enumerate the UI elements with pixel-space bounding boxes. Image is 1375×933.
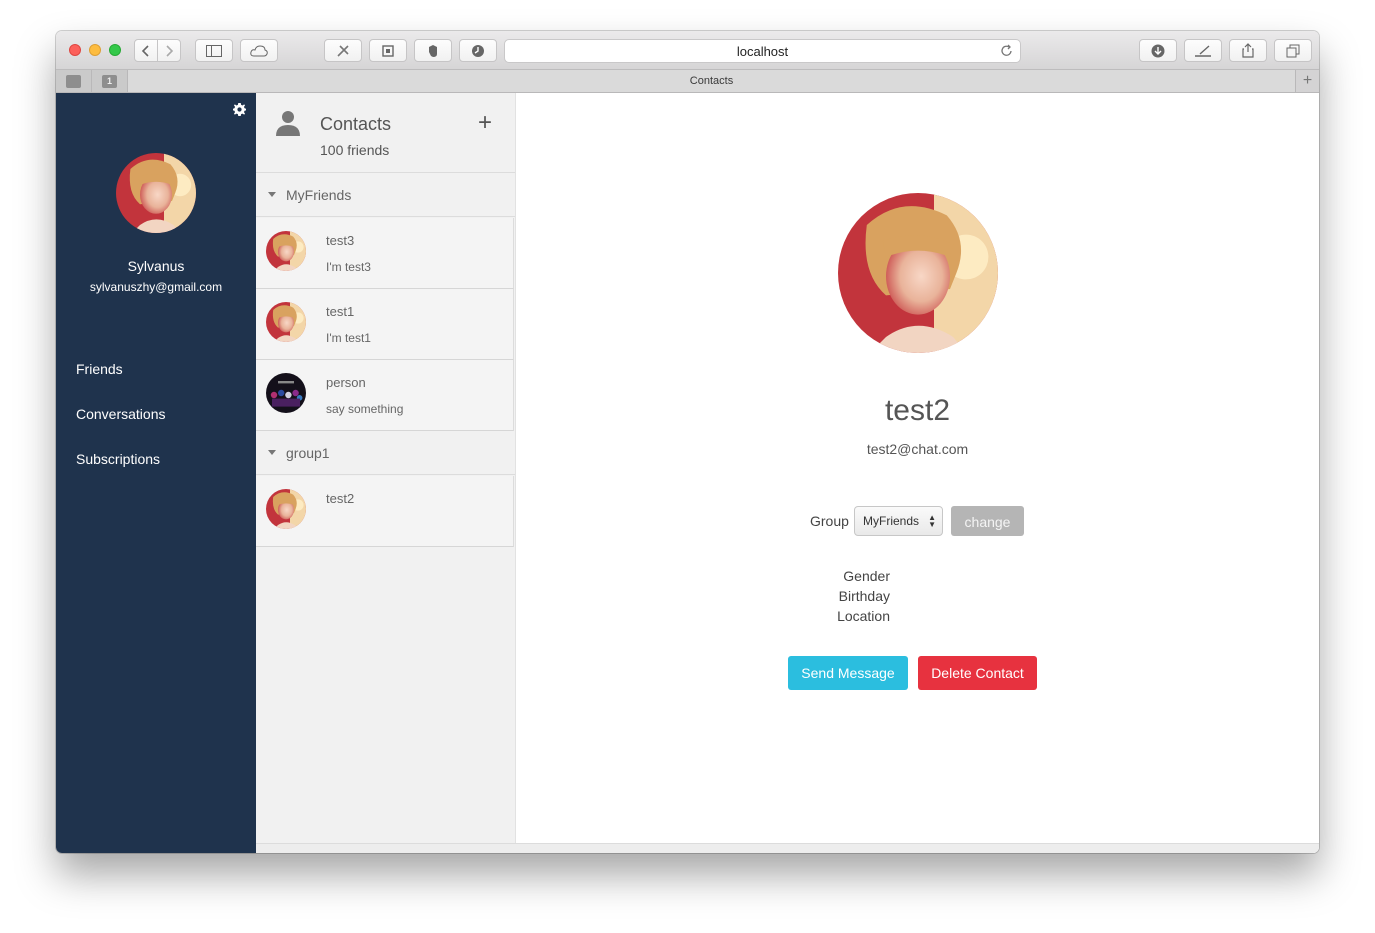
user-name: Sylvanus (127, 258, 185, 274)
contact-name: person (326, 375, 366, 390)
contact-avatar (266, 489, 306, 529)
user-email: sylvanuszhy@gmail.com (89, 280, 223, 294)
group-name: group1 (286, 445, 330, 461)
group-header-myfriends[interactable]: MyFriends (256, 173, 515, 217)
nav-conversations[interactable]: Conversations (76, 406, 166, 422)
tab-badge: 1 (102, 74, 117, 88)
plus-icon: + (1302, 72, 1313, 89)
new-tab-button[interactable]: + (1295, 70, 1319, 92)
group-select-value: MyFriends (863, 514, 920, 528)
user-avatar[interactable] (116, 153, 196, 233)
pen-icon (1195, 44, 1211, 57)
tab-contacts[interactable]: Contacts (128, 70, 1295, 92)
share-button[interactable] (1229, 39, 1267, 62)
caret-down-icon (268, 450, 276, 455)
send-message-button[interactable]: Send Message (788, 656, 908, 690)
tabs-overview-button[interactable] (1274, 39, 1312, 62)
extension-button-2[interactable] (369, 39, 407, 62)
tab-badge (66, 74, 81, 88)
forward-button[interactable] (157, 39, 181, 62)
pinned-tab-1[interactable] (56, 70, 92, 92)
birthday-label: Birthday (838, 588, 890, 604)
select-arrows-icon: ▲ ▼ (928, 513, 936, 529)
address-bar[interactable]: localhost (504, 39, 1021, 63)
chevron-right-icon (166, 44, 174, 57)
browser-toolbar: localhost (56, 31, 1319, 70)
tab-bar: 1 Contacts + (56, 70, 1319, 93)
history-button[interactable] (459, 39, 497, 62)
group-label: Group (810, 513, 849, 529)
evernote-button[interactable] (414, 39, 452, 62)
contact-status: I'm test3 (326, 260, 371, 274)
add-contact-button[interactable]: + (478, 111, 492, 135)
sidebar-toggle-button[interactable] (195, 39, 233, 62)
contact-row-test3[interactable]: test3 I'm test3 (256, 218, 514, 289)
tab-title-text: Contacts (689, 75, 734, 87)
group-select[interactable]: MyFriends ▲ ▼ (854, 506, 943, 536)
contact-row-person[interactable]: person say something (256, 360, 514, 431)
clock-icon (472, 44, 484, 57)
cloud-icon (250, 44, 268, 56)
chevron-left-icon (141, 44, 149, 57)
icloud-tabs-button[interactable] (240, 39, 278, 62)
contact-status: I'm test1 (326, 331, 371, 345)
horizontal-scrollbar[interactable] (256, 843, 1319, 853)
page-content: Sylvanus sylvanuszhy@gmail.com Friends C… (56, 93, 1319, 853)
contact-name: test3 (326, 233, 355, 248)
contact-detail-name: test2 (884, 394, 951, 427)
url-text: localhost (736, 43, 789, 59)
contact-status: say something (326, 402, 404, 416)
zoom-window-button[interactable] (109, 44, 121, 56)
avatar-image (116, 153, 196, 233)
contact-avatar (266, 231, 306, 271)
minimize-window-button[interactable] (89, 44, 101, 56)
download-icon (1151, 44, 1165, 57)
contacts-title: Contacts (320, 114, 392, 134)
back-button[interactable] (134, 39, 158, 62)
contact-name: test1 (326, 304, 355, 319)
nav-friends[interactable]: Friends (76, 361, 123, 377)
gender-label: Gender (843, 568, 890, 584)
elephant-icon (429, 44, 437, 57)
downloads-button[interactable] (1139, 39, 1177, 62)
reload-icon[interactable] (1000, 44, 1014, 58)
location-label: Location (837, 608, 890, 624)
extension-button-1[interactable] (324, 39, 362, 62)
contact-detail: test2 test2@chat.com Group MyFriends ▲ ▼ … (516, 93, 1319, 853)
contact-row-test2[interactable]: test2 (256, 476, 514, 547)
square-icon (382, 44, 394, 57)
contacts-header: Contacts 100 friends + (256, 93, 515, 173)
markup-button[interactable] (1184, 39, 1222, 62)
tabs-icon (1286, 44, 1300, 57)
sidebar-icon (206, 44, 222, 57)
nav-subscriptions[interactable]: Subscriptions (76, 451, 160, 467)
tools-icon (337, 44, 349, 57)
change-group-button[interactable]: change (951, 506, 1024, 536)
person-icon (276, 111, 300, 136)
contact-detail-avatar (838, 193, 998, 353)
contact-row-test1[interactable]: test1 I'm test1 (256, 289, 514, 360)
contact-name: test2 (326, 491, 355, 506)
contact-detail-email: test2@chat.com (866, 441, 969, 457)
group-name: MyFriends (286, 187, 352, 203)
contacts-count: 100 friends (320, 142, 390, 158)
share-icon (1242, 43, 1254, 58)
caret-down-icon (268, 192, 276, 197)
delete-contact-button[interactable]: Delete Contact (918, 656, 1037, 690)
contact-avatar (266, 302, 306, 342)
browser-window: localhost 1 Contacts + Sylvanus sylvanus… (56, 31, 1319, 853)
pinned-tab-2[interactable]: 1 (92, 70, 128, 92)
app-sidebar: Sylvanus sylvanuszhy@gmail.com Friends C… (56, 93, 256, 853)
contacts-panel: Contacts 100 friends + MyFriends test3 I… (256, 93, 516, 853)
contact-avatar (266, 373, 306, 413)
group-header-group1[interactable]: group1 (256, 431, 515, 475)
close-window-button[interactable] (69, 44, 81, 56)
gear-icon[interactable] (233, 103, 246, 116)
